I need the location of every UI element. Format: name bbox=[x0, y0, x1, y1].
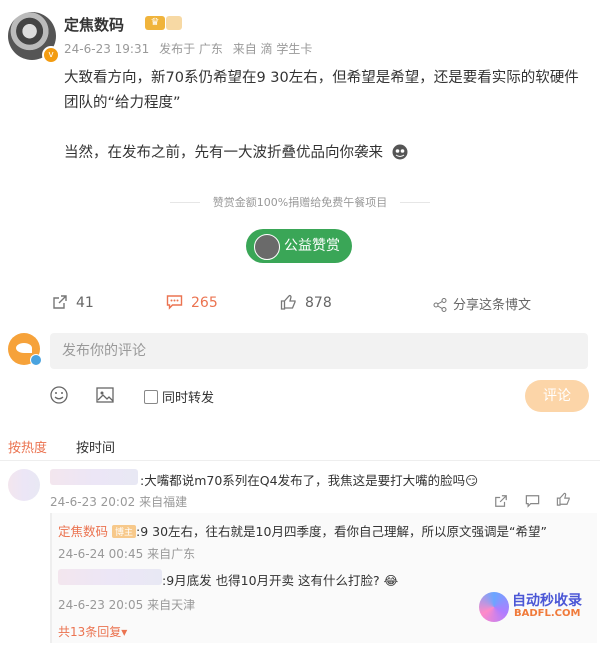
comment-icon bbox=[525, 495, 540, 508]
post-body: 大致看方向，新70系仍希望在9 30左右，但希望是希望，还是要看实际的软硬件 团… bbox=[64, 66, 584, 166]
vip-crown-icon: ♛ bbox=[145, 16, 165, 30]
comment-like-button[interactable] bbox=[556, 492, 571, 509]
post-time[interactable]: 24-6-23 19:31 bbox=[64, 42, 149, 56]
smiley-icon bbox=[50, 386, 68, 404]
repost-checkbox[interactable] bbox=[144, 390, 158, 404]
reply-author-name[interactable]: 定焦数码 bbox=[58, 524, 108, 539]
image-icon bbox=[96, 387, 114, 403]
share-icon bbox=[53, 295, 67, 309]
comment-action[interactable]: 265 bbox=[166, 294, 218, 311]
reply-text: :9月底发 也得10月开卖 这有什么打脸? 😂 bbox=[162, 573, 399, 588]
submit-comment-button[interactable]: 评论 bbox=[525, 380, 589, 412]
reply-text: :9 30左右，往右就是10月四季度，看你自己理解，所以原文强调是“希望” bbox=[136, 524, 547, 539]
comment-input[interactable]: 发布你的评论 bbox=[50, 333, 588, 369]
tab-sort-hot[interactable]: 按热度 bbox=[8, 437, 47, 456]
comment-share-button[interactable] bbox=[494, 493, 508, 512]
watermark-logo-icon bbox=[479, 592, 509, 622]
post-text-line: 大致看方向，新70系仍希望在9 30左右，但希望是希望，还是要看实际的软硬件 bbox=[64, 70, 579, 86]
donate-button[interactable]: 公益赞赏 bbox=[246, 229, 352, 263]
watermark-title: 自动秒收录 bbox=[512, 593, 582, 609]
post-text-line: 当然，在发布之前，先有一大波折叠优品向你袭来 bbox=[64, 141, 584, 166]
post-meta: 24-6-23 19:31 发布于 广东 来自 滴 学生卡 bbox=[64, 40, 318, 57]
doge-emoji-icon bbox=[392, 144, 408, 160]
donate-button-label: 公益赞赏 bbox=[284, 238, 340, 254]
reply-meta: 24-6-23 20:05 来自天津 bbox=[58, 596, 195, 613]
comment-icon bbox=[166, 295, 183, 310]
share-post-label: 分享这条博文 bbox=[453, 298, 532, 313]
reply-item: 定焦数码 博主:9 30左右，往右就是10月四季度，看你自己理解，所以原文强调是… bbox=[58, 521, 547, 540]
comment-time: 24-6-23 20:02 bbox=[50, 495, 136, 509]
comment-count: 265 bbox=[191, 295, 218, 311]
reply-time: 24-6-24 00:45 bbox=[58, 547, 144, 561]
reply-meta: 24-6-24 00:45 来自广东 bbox=[58, 545, 195, 562]
emoji-button[interactable] bbox=[50, 386, 68, 408]
repost-action[interactable]: 41 bbox=[52, 294, 94, 311]
verified-icon bbox=[30, 354, 42, 366]
image-button[interactable] bbox=[96, 386, 114, 408]
tab-sort-time[interactable]: 按时间 bbox=[76, 437, 115, 456]
post-location: 发布于 广东 bbox=[159, 42, 223, 56]
divider bbox=[0, 460, 600, 461]
reply-source: 来自天津 bbox=[147, 598, 196, 612]
share-icon bbox=[495, 495, 507, 507]
repost-count: 41 bbox=[76, 295, 94, 311]
reply-time: 24-6-23 20:05 bbox=[58, 598, 144, 612]
verified-badge-icon: v bbox=[42, 46, 60, 64]
comment-text: :大嘴都说m70系列在Q4发布了，我焦这是要打大嘴的脸吗😏 bbox=[140, 473, 479, 488]
post-text-line: 团队的“给力程度” bbox=[64, 95, 181, 111]
like-action[interactable]: 878 bbox=[280, 294, 332, 311]
post-source: 来自 滴 学生卡 bbox=[232, 42, 313, 56]
thumb-up-icon bbox=[556, 492, 570, 506]
watermark-url: BADFL.COM bbox=[514, 608, 581, 619]
donate-avatar-icon bbox=[254, 234, 280, 260]
level-badge-icon bbox=[166, 16, 182, 30]
author-tag-badge: 博主 bbox=[112, 525, 137, 538]
author-name[interactable]: 定焦数码 bbox=[64, 14, 124, 35]
comment-meta: 24-6-23 20:02 来自福建 bbox=[50, 493, 187, 510]
repost-checkbox-label[interactable]: 同时转发 bbox=[162, 387, 214, 406]
post-text: 当然，在发布之前，先有一大波折叠优品向你袭来 bbox=[64, 145, 383, 161]
share-nodes-icon bbox=[433, 298, 447, 312]
share-post-action[interactable]: 分享这条博文 bbox=[433, 294, 531, 313]
reply-author-name[interactable] bbox=[58, 569, 162, 585]
commenter-name[interactable] bbox=[50, 469, 138, 485]
reply-source: 来自广东 bbox=[147, 547, 196, 561]
commenter-avatar[interactable] bbox=[8, 469, 40, 501]
like-count: 878 bbox=[305, 295, 332, 311]
comment-reply-button[interactable] bbox=[525, 493, 540, 512]
thumb-up-icon bbox=[280, 294, 296, 310]
more-replies-link[interactable]: 共13条回复▾ bbox=[58, 623, 127, 640]
comment-source: 来自福建 bbox=[139, 495, 188, 509]
donate-text: 赞赏金额100%捐赠给免费午餐项目 bbox=[212, 196, 388, 209]
